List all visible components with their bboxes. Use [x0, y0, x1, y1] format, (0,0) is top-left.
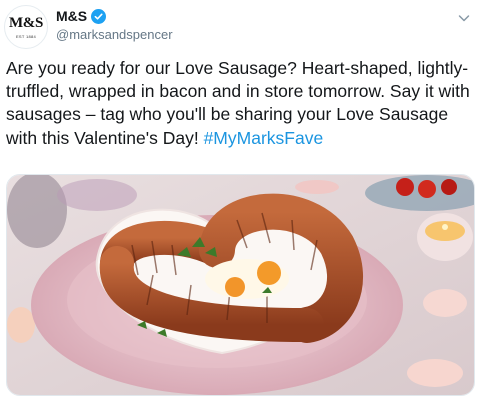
- tweet-photo[interactable]: [6, 174, 475, 396]
- display-name[interactable]: M&S: [56, 8, 87, 24]
- tweet-text: Are you ready for our Love Sausage? Hear…: [6, 57, 474, 150]
- name-row: M&S: [56, 8, 107, 24]
- tweet-header: M&S EST 1884 M&S @marksandspencer: [0, 0, 480, 52]
- handle[interactable]: @marksandspencer: [56, 27, 173, 42]
- verified-badge-icon: [91, 8, 107, 24]
- avatar-logo-text: M&S: [8, 14, 44, 31]
- chevron-down-icon[interactable]: [456, 10, 472, 26]
- avatar[interactable]: M&S EST 1884: [4, 5, 48, 49]
- hashtag-link[interactable]: #MyMarksFave: [204, 128, 324, 148]
- photo-illustration: [7, 175, 474, 395]
- tweet-card[interactable]: M&S EST 1884 M&S @marksandspencer Are yo…: [0, 0, 480, 403]
- avatar-logo-subtext: EST 1884: [15, 33, 37, 39]
